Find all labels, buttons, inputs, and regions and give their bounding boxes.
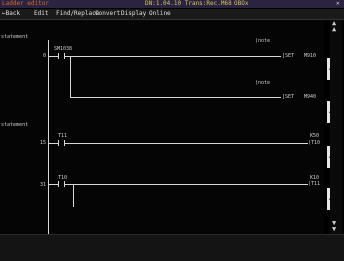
status-text: OBOx: [234, 0, 249, 7]
rung-wire: [48, 56, 59, 57]
coil-device: M940: [304, 94, 317, 100]
rung-wire[interactable]: [64, 56, 281, 57]
rung-wire[interactable]: [64, 184, 308, 185]
rung-wire[interactable]: [70, 97, 281, 98]
statement-label: statement: [1, 122, 29, 128]
scroll-up-icon[interactable]: ▲: [332, 26, 336, 33]
contact-device-label: T11: [58, 133, 68, 139]
scroll-down-icon[interactable]: ▼: [332, 226, 336, 233]
timer-coil[interactable]: (T11: [308, 181, 320, 187]
ladder-editor[interactable]: statement SM1038 0 (note [SET M910 (note…: [0, 20, 336, 234]
menu-online[interactable]: Online: [149, 9, 171, 19]
branch-wire: [70, 56, 71, 97]
menu-find-replace[interactable]: Find/Replace: [56, 9, 99, 19]
bottom-panel: [0, 234, 344, 261]
menu-bar: ←Back Edit Find/Replace Convert Display …: [0, 9, 344, 20]
vertical-scrollbar[interactable]: ▲ ▲ ▼ ▼: [330, 20, 342, 234]
app-title: Ladder editor: [2, 0, 49, 7]
coil-instruction[interactable]: [SET: [282, 94, 294, 100]
rung-wire: [48, 143, 59, 144]
left-power-rail: [48, 40, 49, 234]
step-number: 15: [40, 140, 47, 146]
coil-device: M910: [304, 53, 317, 59]
rung-wire: [48, 184, 59, 185]
menu-edit[interactable]: Edit: [34, 9, 48, 19]
rung-note: (note: [255, 38, 271, 44]
menu-convert[interactable]: Convert: [95, 9, 120, 19]
close-icon[interactable]: ✕: [336, 0, 340, 8]
contact-device-label: T10: [58, 175, 68, 181]
rung-wire[interactable]: [64, 143, 308, 144]
step-number: 0: [43, 53, 47, 59]
contact-device-label: SM1038: [54, 46, 73, 52]
back-button[interactable]: ←Back: [2, 9, 20, 19]
coil-instruction[interactable]: [SET: [282, 53, 294, 59]
project-info: DN:1.04.10 Trans:Rec.M68: [145, 0, 232, 7]
statement-label: statement: [1, 34, 29, 40]
cursor-line: [73, 184, 74, 207]
timer-coil[interactable]: (T10: [308, 140, 320, 146]
step-number: 31: [40, 182, 47, 188]
title-bar: Ladder editor DN:1.04.10 Trans:Rec.M68 O…: [0, 0, 344, 8]
rung-note: (note: [255, 80, 271, 86]
coil-constant: K50: [310, 133, 320, 139]
menu-display[interactable]: Display: [121, 9, 146, 19]
